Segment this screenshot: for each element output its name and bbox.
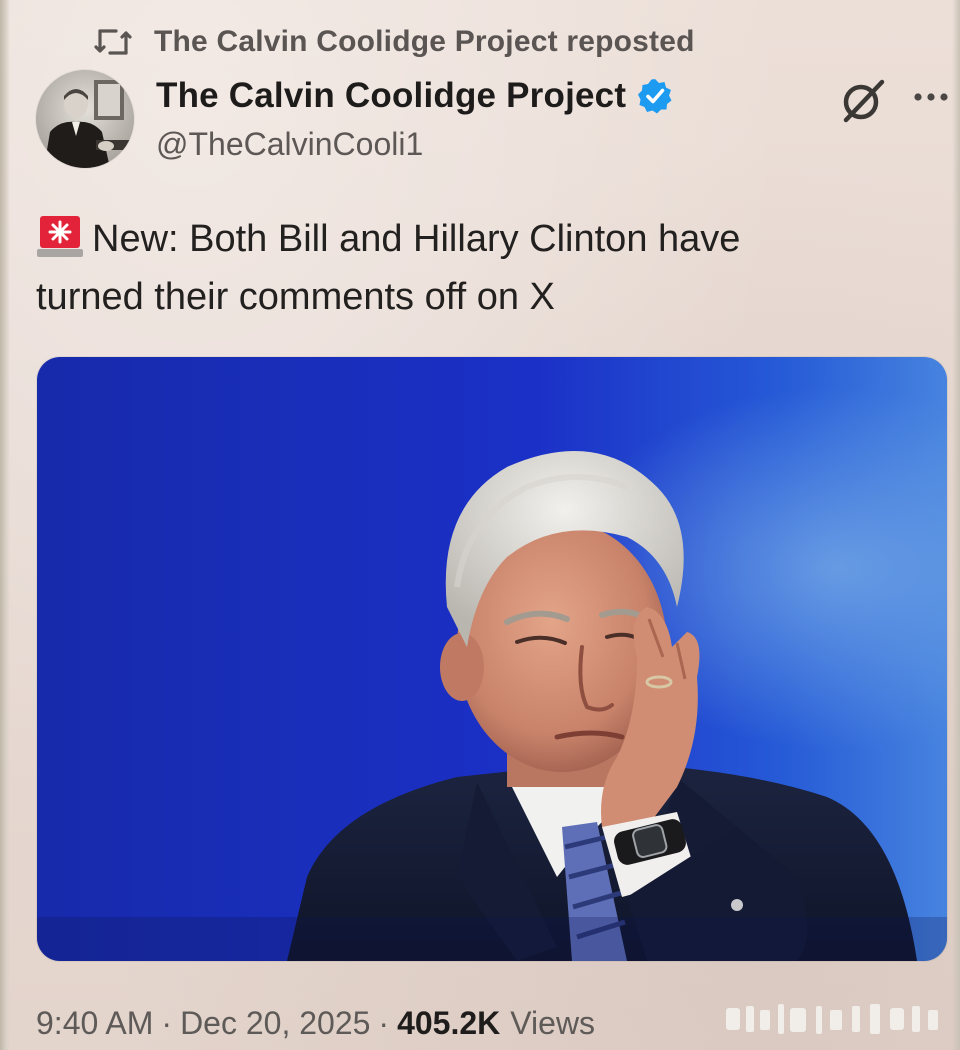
- tweet-media-image[interactable]: [36, 356, 948, 962]
- grok-icon[interactable]: [838, 76, 888, 126]
- meta-separator: ·: [161, 1004, 173, 1041]
- display-name[interactable]: The Calvin Coolidge Project: [156, 76, 626, 116]
- tweet-text: New: Both Bill and Hillary Clinton have …: [36, 210, 916, 326]
- screen: The Calvin Coolidge Project reposted The…: [0, 0, 960, 1050]
- views-label: Views: [510, 1004, 596, 1041]
- more-options-icon[interactable]: [912, 90, 950, 104]
- tweet-time[interactable]: 9:40 AM: [36, 1005, 153, 1042]
- tweet-text-line-2: turned their comments off on X: [36, 276, 555, 318]
- views-count[interactable]: 405.2K: [397, 1005, 500, 1042]
- repost-context[interactable]: The Calvin Coolidge Project reposted: [92, 22, 695, 62]
- tweet-text-line-1: New: Both Bill and Hillary Clinton have: [36, 210, 916, 268]
- tweet-meta: 9:40 AM · Dec 20, 2025 · 405.2K Views: [36, 1000, 595, 1046]
- author-handle[interactable]: @TheCalvinCooli1: [156, 126, 423, 163]
- avatar[interactable]: [36, 70, 134, 168]
- repost-label: The Calvin Coolidge Project reposted: [154, 25, 695, 58]
- author-name-row[interactable]: The Calvin Coolidge Project: [156, 74, 674, 118]
- police-siren-icon: [36, 213, 84, 259]
- tweet-date[interactable]: Dec 20, 2025: [180, 1005, 370, 1042]
- device-edge-right: [952, 0, 960, 1050]
- repost-icon: [92, 25, 134, 59]
- device-edge-left: [0, 0, 10, 1050]
- tweet-text-line-1-content: New: Both Bill and Hillary Clinton have: [92, 218, 741, 260]
- meta-separator: ·: [378, 1004, 390, 1041]
- scan-artifact: [720, 1000, 950, 1040]
- verified-badge-icon: [636, 77, 674, 115]
